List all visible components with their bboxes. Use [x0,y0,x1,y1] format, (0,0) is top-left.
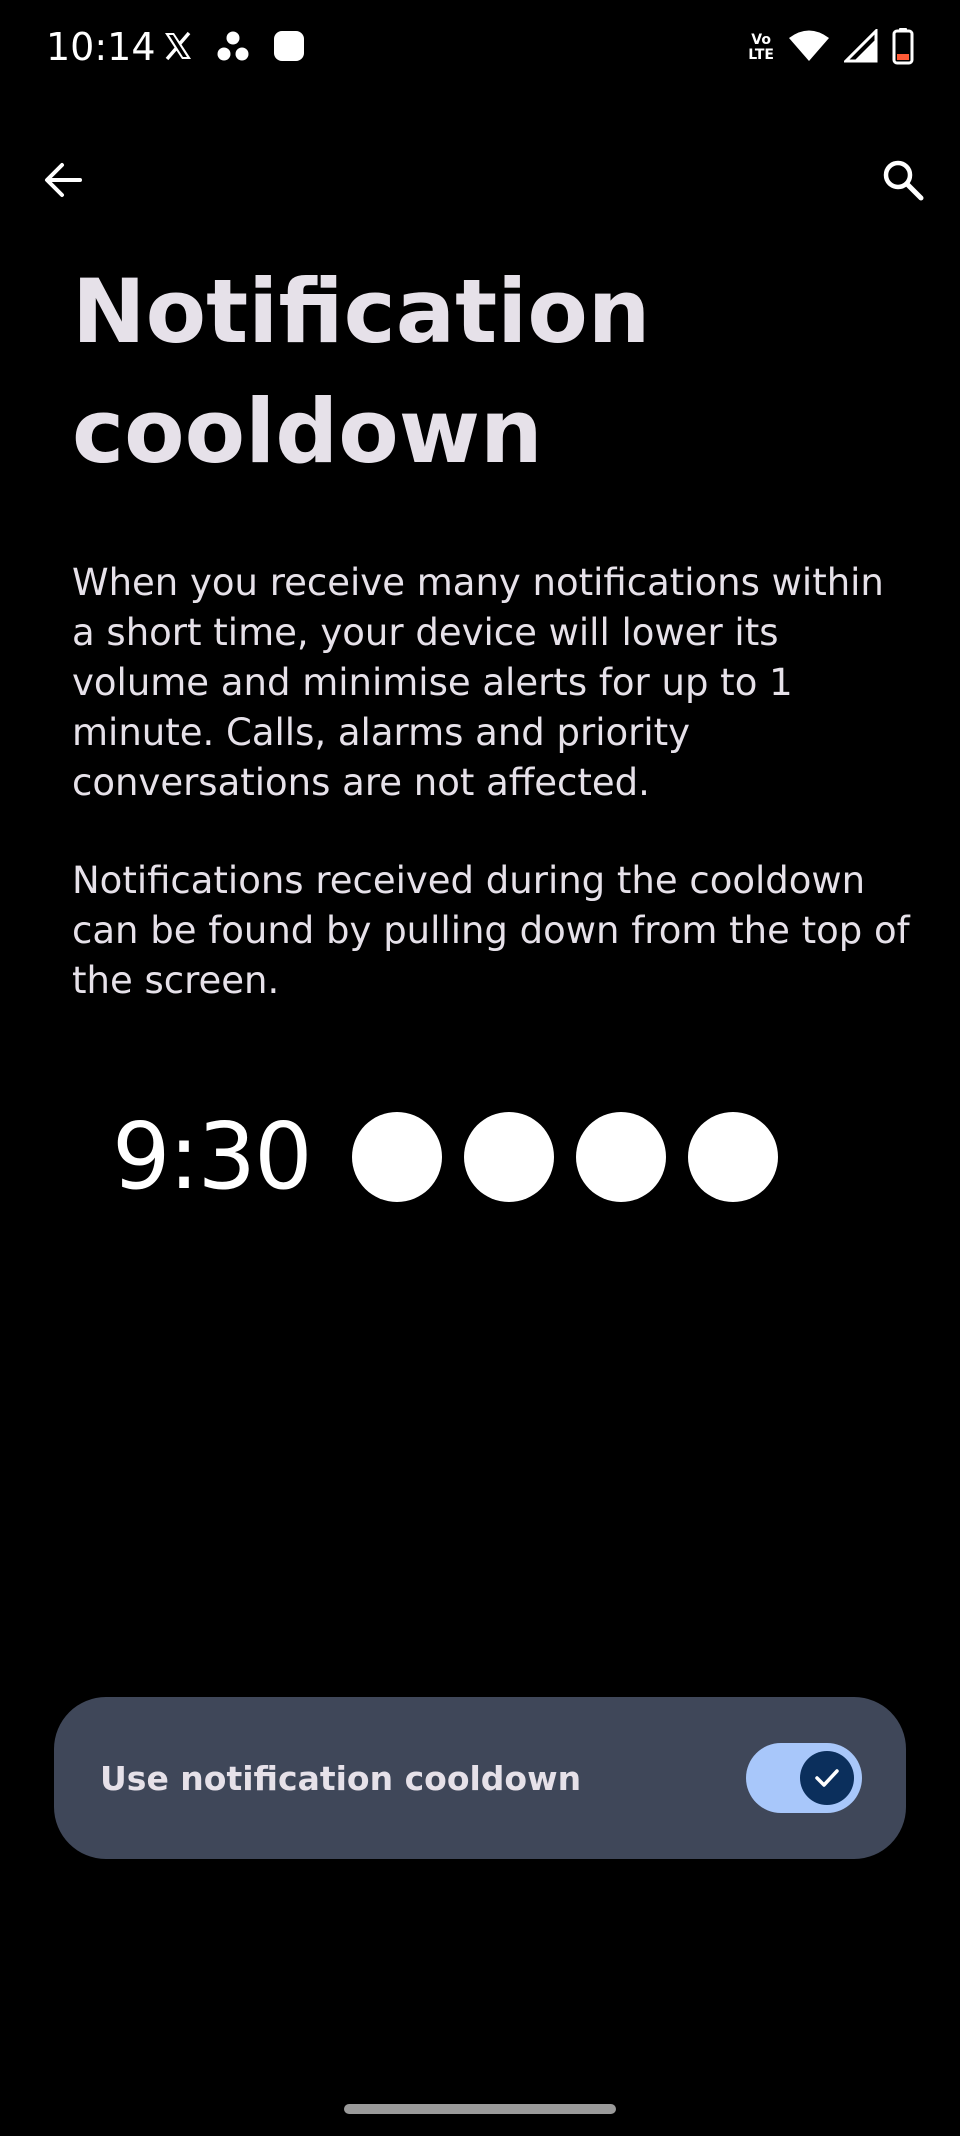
back-button[interactable] [30,140,96,220]
top-app-bar [0,140,960,220]
signal-icon [842,27,878,67]
status-time: 10:14 [46,25,156,69]
switch-thumb [800,1751,854,1805]
use-notification-cooldown-row[interactable]: Use notification cooldown [54,1697,906,1859]
search-button[interactable] [870,140,936,220]
x-app-icon [162,30,194,66]
check-icon [815,1769,839,1787]
home-indicator[interactable] [344,2104,616,2114]
cooldown-switch[interactable] [746,1743,862,1813]
description-text-secondary: Notifications received during the cooldo… [72,859,910,1002]
cooldown-illustration: 9:30 [112,1102,832,1212]
notification-dot [464,1112,554,1202]
square-app-icon [272,29,306,67]
arrow-back-icon [45,163,82,197]
toggle-label: Use notification cooldown [100,1758,582,1798]
notification-dot [576,1112,666,1202]
description-text: When you receive many notifications with… [72,561,884,804]
illustration-time: 9:30 [112,1103,313,1210]
status-left-icons [162,28,306,68]
hub-icon [216,29,250,67]
notification-dot [688,1112,778,1202]
search-icon [883,160,924,201]
volte-bottom-label: LTE [748,47,774,63]
status-bar: 10:14 Vo LTE [0,0,960,96]
page-title: Notification cooldown [72,260,651,483]
status-right-icons: Vo LTE [748,26,914,70]
notification-dot [352,1112,442,1202]
wifi-icon [788,29,830,67]
volte-icon: Vo LTE [748,33,774,63]
illustration-dots [352,1112,778,1202]
battery-icon [892,27,914,69]
volte-top-label: Vo [751,32,771,48]
